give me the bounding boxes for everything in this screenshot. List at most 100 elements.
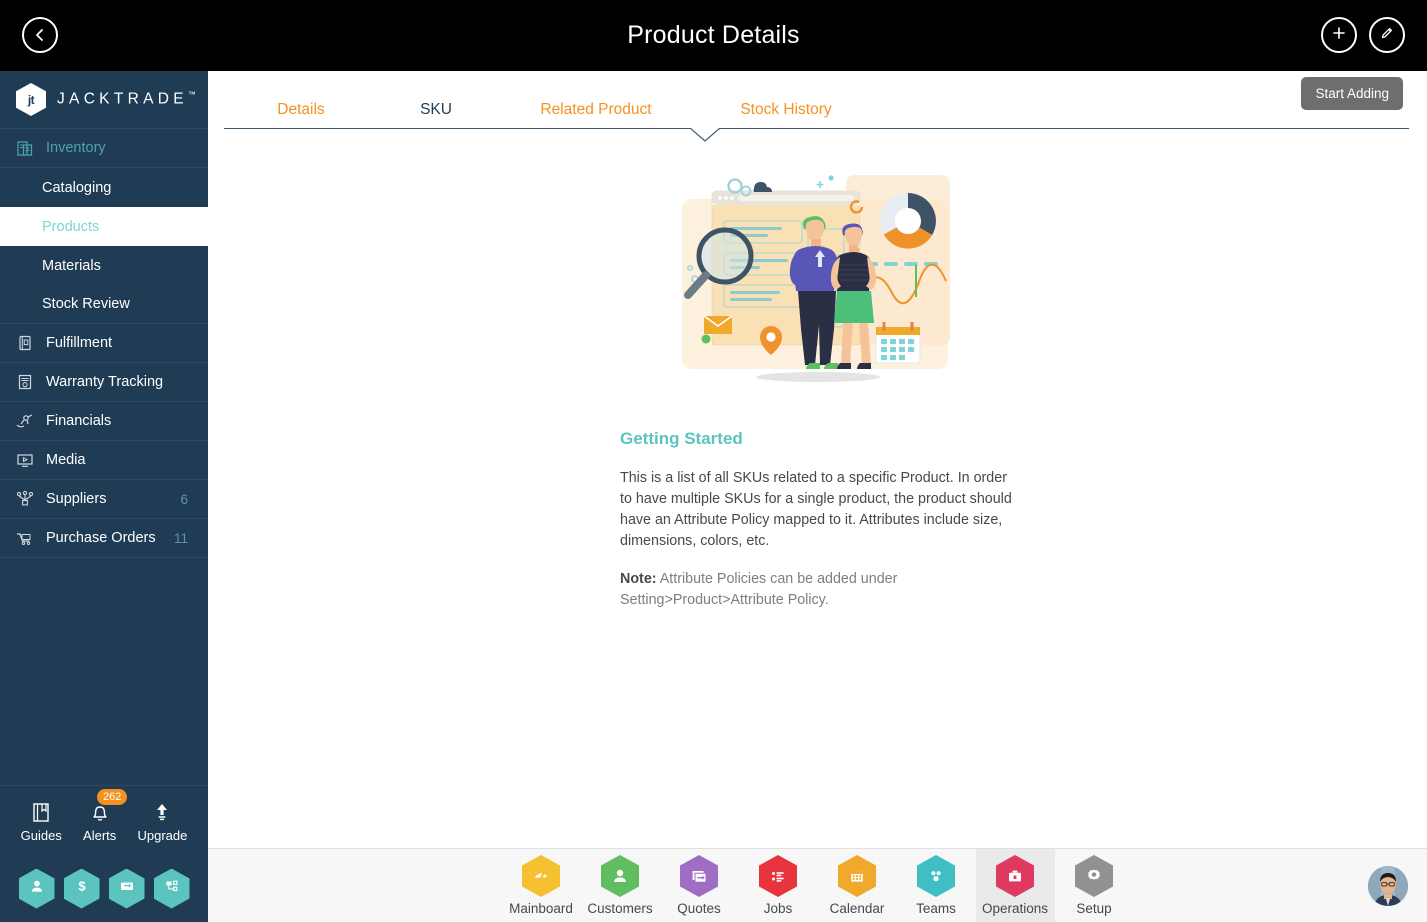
note-label: Note: [620, 571, 657, 587]
note-text: Attribute Policies can be added under Se… [620, 571, 898, 608]
sidebar-item-materials[interactable]: Materials [0, 246, 208, 285]
sidebar-badge-purchase-orders: 11 [173, 530, 188, 546]
bottom-nav-jobs[interactable]: Jobs [739, 849, 818, 922]
getting-started-note: Note: Attribute Policies can be added un… [620, 569, 1012, 611]
sidebar-item-suppliers[interactable]: Suppliers 6 [0, 480, 208, 519]
media-icon [14, 450, 36, 470]
brand-logo[interactable]: jt JACKTRADE™ [0, 71, 208, 129]
quick-action-person[interactable] [18, 868, 55, 909]
sidebar-item-label: Products [42, 218, 100, 235]
main-content: Details SKU Related Product Stock Histor… [208, 71, 1427, 922]
tab-bar: Details SKU Related Product Stock Histor… [208, 71, 1427, 142]
guides-button[interactable]: Guides [21, 799, 62, 843]
pencil-icon [1379, 25, 1395, 46]
logo-monogram: jt [27, 92, 35, 107]
sidebar-item-cataloging[interactable]: Cataloging [0, 168, 208, 207]
start-adding-button[interactable]: Start Adding [1301, 77, 1403, 110]
alerts-label: Alerts [83, 827, 117, 843]
sidebar-item-label: Financials [46, 413, 112, 429]
purchase-orders-icon [14, 528, 36, 548]
sidebar-item-fulfillment[interactable]: Fulfillment [0, 324, 208, 363]
bottom-nav-label: Teams [916, 901, 956, 916]
edit-button[interactable] [1369, 17, 1405, 53]
quick-action-dollar[interactable]: $ [63, 868, 100, 909]
sku-empty-state: Getting Started This is a list of all SK… [208, 129, 1427, 611]
top-header-bar: Product Details [0, 0, 1427, 71]
bottom-nav-calendar[interactable]: Calendar [818, 849, 897, 922]
upgrade-label: Upgrade [137, 827, 188, 843]
getting-started-block: Getting Started This is a list of all SK… [620, 429, 1012, 611]
alerts-button[interactable]: 262 Alerts [83, 788, 128, 843]
jobs-icon [759, 855, 797, 897]
tab-sku[interactable]: SKU [376, 101, 496, 129]
bottom-nav-label: Jobs [763, 901, 793, 916]
sidebar-item-label: Purchase Orders [46, 530, 156, 546]
tab-stock-history[interactable]: Stock History [696, 101, 876, 129]
sidebar-item-media[interactable]: Media [0, 441, 208, 480]
bottom-nav-label: Setup [1076, 901, 1112, 916]
logo-text: JACKTRADE [57, 90, 188, 108]
sku-getting-started-illustration [208, 169, 1427, 399]
bottom-nav-list: Mainboard Customers Quotes Jobs Calendar… [502, 848, 1134, 922]
logo-wordmark: JACKTRADE™ [57, 90, 196, 108]
upgrade-button[interactable]: Upgrade [137, 799, 187, 843]
sidebar-quick-actions: $ [0, 855, 208, 922]
operations-icon [996, 855, 1034, 897]
sidebar-nav: Inventory Cataloging Products Materials … [0, 129, 208, 558]
tab-details[interactable]: Details [226, 101, 376, 129]
fulfillment-icon [14, 333, 36, 353]
sidebar-tools: Guides 262 Alerts Upgrade [0, 785, 208, 855]
bottom-nav-customers[interactable]: Customers [581, 849, 660, 922]
sidebar-item-label: Fulfillment [46, 335, 113, 351]
bottom-nav-label: Customers [587, 901, 653, 916]
sidebar-item-stock-review[interactable]: Stock Review [0, 285, 208, 324]
app-root: Product Details jt JACKTRADE™ Inventory … [0, 0, 1427, 922]
sidebar-badge-suppliers: 6 [180, 491, 188, 507]
bottom-nav-label: Calendar [829, 901, 885, 916]
quick-action-workflow[interactable] [153, 868, 190, 909]
bottom-nav-teams[interactable]: Teams [897, 849, 976, 922]
quick-action-payment[interactable] [108, 868, 145, 909]
tab-underline [224, 128, 1409, 129]
sidebar-item-label: Stock Review [42, 296, 130, 312]
sidebar-item-label: Inventory [46, 140, 106, 156]
bottom-nav-operations[interactable]: Operations [975, 848, 1055, 922]
bottom-nav-label: Mainboard [509, 901, 573, 916]
sidebar-item-label: Suppliers [46, 491, 107, 507]
bottom-nav-setup[interactable]: Setup [1055, 849, 1134, 922]
sidebar: jt JACKTRADE™ Inventory Cataloging Produ… [0, 71, 208, 922]
plus-icon [1331, 25, 1347, 46]
suppliers-icon [14, 489, 36, 509]
guides-label: Guides [20, 827, 62, 843]
sidebar-item-label: Cataloging [42, 179, 112, 196]
sidebar-item-label: Materials [42, 257, 101, 274]
logo-trademark: ™ [187, 90, 196, 100]
book-icon [30, 799, 52, 825]
bottom-nav-label: Operations [981, 901, 1049, 916]
user-avatar[interactable] [1368, 866, 1408, 906]
customers-icon [601, 855, 639, 897]
jacktrade-hex-icon: jt [16, 83, 46, 116]
header-actions [1321, 17, 1405, 53]
sidebar-item-label: Warranty Tracking [46, 374, 164, 390]
sidebar-item-purchase-orders[interactable]: Purchase Orders 11 [0, 519, 208, 558]
tab-related-product[interactable]: Related Product [496, 101, 696, 129]
quotes-icon [680, 855, 718, 897]
teams-icon [917, 855, 955, 897]
add-button[interactable] [1321, 17, 1357, 53]
bottom-nav-quotes[interactable]: Quotes [660, 849, 739, 922]
bottom-nav-mainboard[interactable]: Mainboard [502, 849, 581, 922]
sidebar-item-financials[interactable]: Financials [0, 402, 208, 441]
svg-text:$: $ [78, 878, 86, 893]
sidebar-item-products[interactable]: Products [0, 207, 208, 246]
alerts-badge: 262 [97, 788, 128, 805]
getting-started-heading: Getting Started [620, 429, 743, 448]
tab-list: Details SKU Related Product Stock Histor… [208, 71, 1427, 129]
sidebar-item-warranty-tracking[interactable]: Warranty Tracking [0, 363, 208, 402]
getting-started-paragraph: This is a list of all SKUs related to a … [620, 470, 1012, 549]
active-tab-indicator [690, 128, 720, 143]
bottom-nav-label: Quotes [677, 901, 721, 916]
warranty-icon [14, 372, 36, 392]
sidebar-item-inventory[interactable]: Inventory [0, 129, 208, 168]
